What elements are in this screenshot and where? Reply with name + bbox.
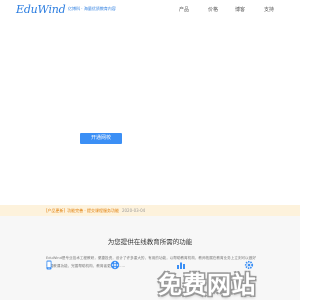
nav-support[interactable]: 支持 bbox=[264, 6, 274, 13]
brand-tagline: 亿博科 · 海量优质教育内容 bbox=[68, 6, 116, 11]
mobile-icon bbox=[46, 260, 52, 270]
notice-item[interactable]: [产品更新] 功能完善 · 提交课程服务功能 2020-03-04 bbox=[46, 208, 145, 214]
hero-section: 开通网校 bbox=[0, 20, 300, 202]
film-reel-icon bbox=[110, 260, 120, 270]
nav-blog[interactable]: 博客 bbox=[235, 6, 245, 13]
watermark-text: 免费网站 bbox=[158, 271, 256, 299]
notice-title[interactable]: 功能完善 · 提交课程服务功能 bbox=[67, 208, 119, 213]
notice-tag: [产品更新] bbox=[46, 207, 66, 213]
top-header: EduWind 亿博科 · 海量优质教育内容 产品 价格 博客 支持 bbox=[0, 0, 300, 20]
notice-date: 2020-03-04 bbox=[121, 207, 146, 213]
open-school-button[interactable]: 开通网校 bbox=[80, 133, 122, 144]
features-title: 为您提供在线教育所需的功能 bbox=[107, 238, 193, 246]
nav-products[interactable]: 产品 bbox=[179, 6, 189, 13]
nav-pricing[interactable]: 价格 bbox=[208, 6, 218, 13]
page: EduWind 亿博科 · 海量优质教育内容 产品 价格 博客 支持 开通网校 … bbox=[0, 0, 300, 300]
notice-bar: [产品更新] 功能完善 · 提交课程服务功能 2020-03-04 bbox=[0, 205, 300, 216]
brand-logo[interactable]: EduWind bbox=[16, 3, 66, 16]
watermark: 免费网站 bbox=[124, 259, 300, 300]
